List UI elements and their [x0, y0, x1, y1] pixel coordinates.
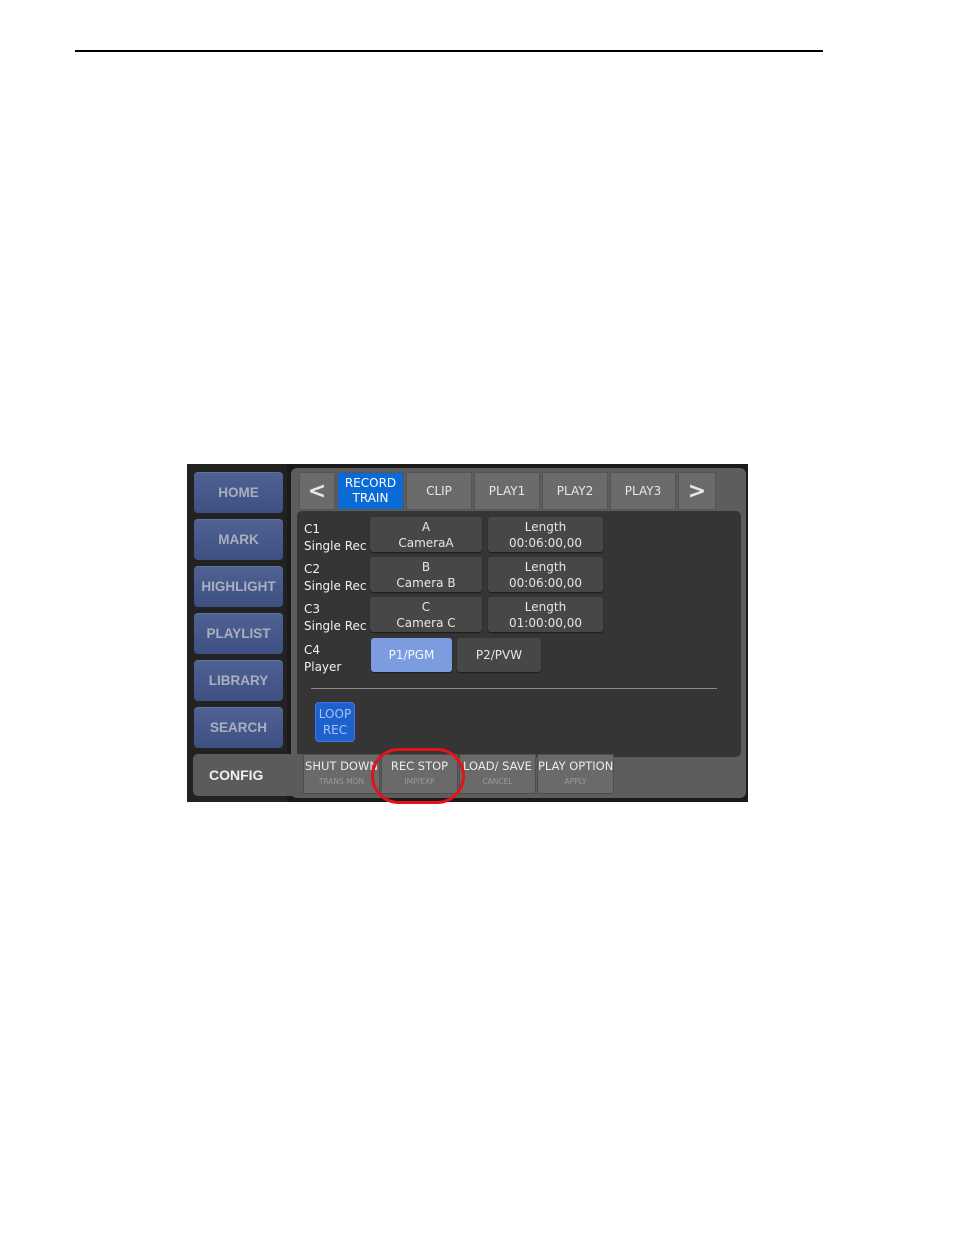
loop-rec-button[interactable]: LOOP REC	[315, 702, 355, 742]
tab-next-button[interactable]: >	[678, 472, 716, 510]
chevron-left-icon: <	[307, 478, 327, 504]
play-option-button[interactable]: PLAY OPTION APPLY	[537, 754, 614, 794]
tab-play2[interactable]: PLAY2	[542, 472, 608, 510]
sidebar-item-config[interactable]: CONFIG	[193, 754, 305, 796]
sidebar-item-library[interactable]: LIBRARY	[194, 660, 283, 701]
load-save-button[interactable]: LOAD/ SAVE CANCEL	[459, 754, 536, 794]
record-train-content: C1 Single Rec A CameraA Length 00:06:00,…	[297, 511, 741, 757]
config-screen: HOME MARK HIGHLIGHT PLAYLIST LIBRARY SEA…	[187, 464, 748, 802]
sidebar-item-search[interactable]: SEARCH	[194, 707, 283, 748]
tab-prev-button[interactable]: <	[299, 472, 335, 510]
c3-source-button[interactable]: C Camera C	[370, 597, 482, 632]
channel-label-c3: C3 Single Rec	[304, 602, 367, 633]
section-divider	[311, 688, 717, 689]
rec-stop-button[interactable]: REC STOP IMP/EXP	[381, 754, 458, 794]
bottom-action-bar: SHUT DOWN TRANS MON REC STOP IMP/EXP LOA…	[303, 754, 615, 796]
config-panel: < RECORD TRAIN CLIP PLAY1 PLAY2 PLAY3 > C…	[291, 468, 746, 798]
channel-label-c4: C4 Player	[304, 643, 342, 674]
tab-play3[interactable]: PLAY3	[610, 472, 676, 510]
tab-play1[interactable]: PLAY1	[474, 472, 540, 510]
tab-bar: < RECORD TRAIN CLIP PLAY1 PLAY2 PLAY3 >	[299, 472, 718, 510]
sidebar: HOME MARK HIGHLIGHT PLAYLIST LIBRARY SEA…	[187, 464, 287, 802]
sidebar-item-playlist[interactable]: PLAYLIST	[194, 613, 283, 654]
chevron-right-icon: >	[687, 478, 707, 504]
tab-clip[interactable]: CLIP	[406, 472, 472, 510]
c2-length-button[interactable]: Length 00:06:00,00	[488, 557, 603, 592]
c4-option-p2-pvw[interactable]: P2/PVW	[457, 638, 541, 672]
c2-source-button[interactable]: B Camera B	[370, 557, 482, 592]
sidebar-item-highlight[interactable]: HIGHLIGHT	[194, 566, 283, 607]
channel-label-c1: C1 Single Rec	[304, 522, 367, 553]
c1-length-button[interactable]: Length 00:06:00,00	[488, 517, 603, 552]
c3-length-button[interactable]: Length 01:00:00,00	[488, 597, 603, 632]
sidebar-item-mark[interactable]: MARK	[194, 519, 283, 560]
shut-down-button[interactable]: SHUT DOWN TRANS MON	[303, 754, 380, 794]
sidebar-item-home[interactable]: HOME	[194, 472, 283, 513]
channel-label-c2: C2 Single Rec	[304, 562, 367, 593]
tab-record-train[interactable]: RECORD TRAIN	[337, 472, 404, 510]
c4-option-p1-pgm[interactable]: P1/PGM	[371, 638, 452, 672]
header-rule	[75, 50, 823, 52]
c1-source-button[interactable]: A CameraA	[370, 517, 482, 552]
